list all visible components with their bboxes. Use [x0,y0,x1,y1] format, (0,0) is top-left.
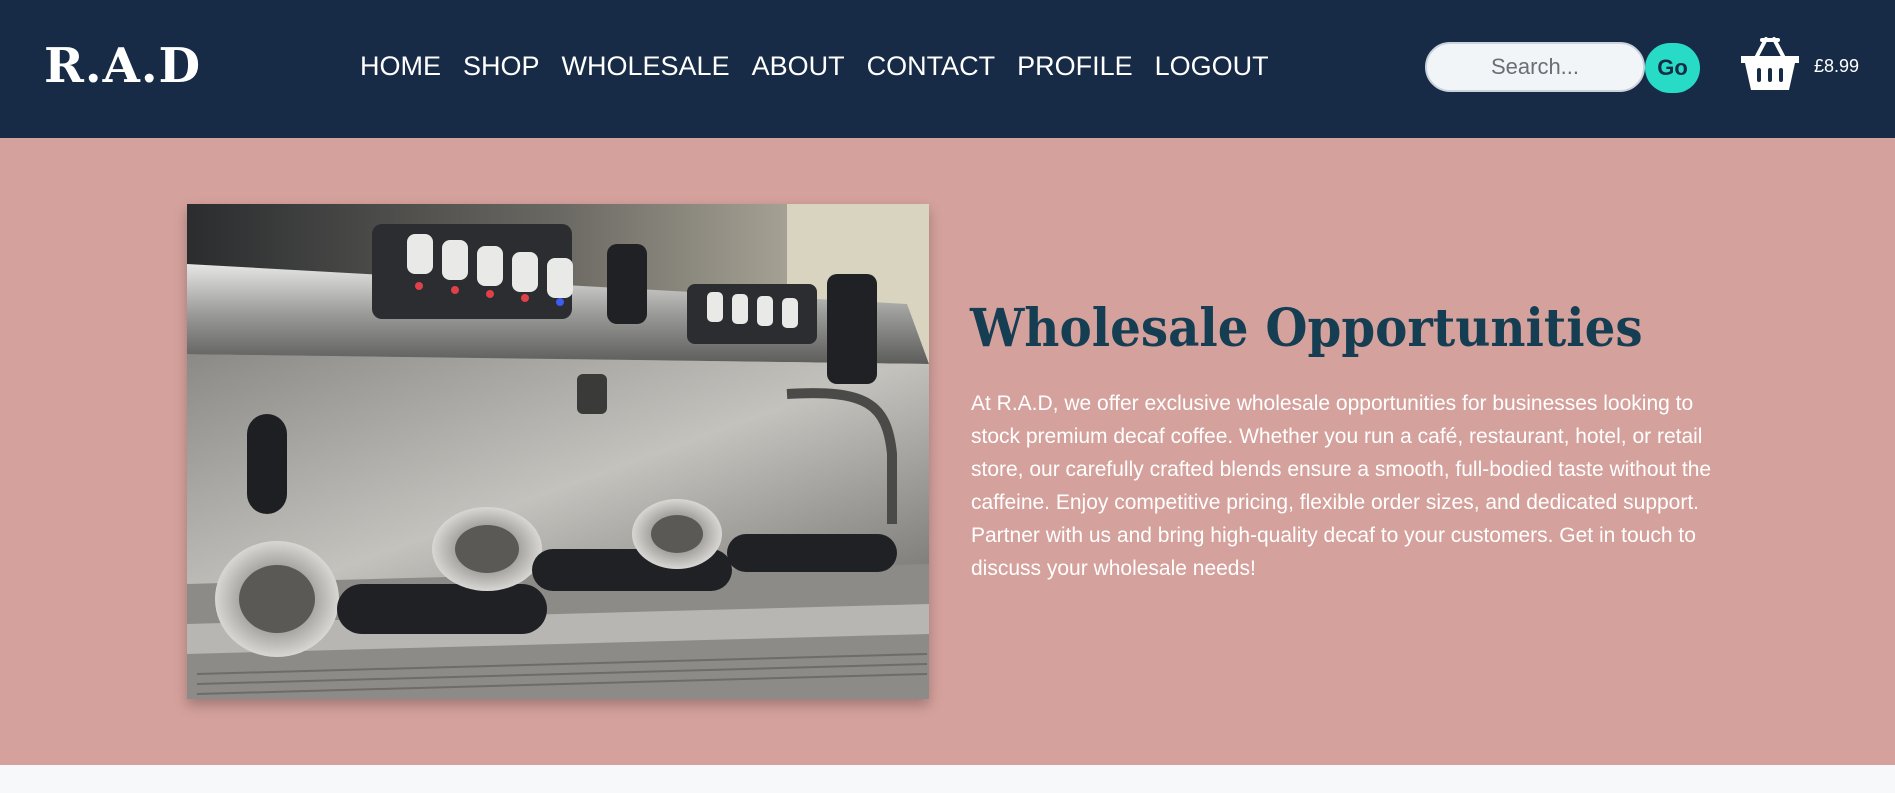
wholesale-description: At R.A.D, we offer exclusive wholesale o… [971,392,1712,580]
nav-about[interactable]: ABOUT [752,48,845,84]
nav-home[interactable]: HOME [360,48,441,84]
nav-profile[interactable]: PROFILE [1017,48,1133,84]
nav-shop[interactable]: SHOP [463,48,540,84]
top-navbar: R.A.D HOME SHOP WHOLESALE ABOUT CONTACT … [0,0,1895,138]
cart-total[interactable]: £8.99 [1814,56,1859,77]
espresso-machine-image [187,204,929,699]
wholesale-hero: Wholesale Opportunities At R.A.D, we off… [0,138,1895,765]
nav-contact[interactable]: CONTACT [867,48,996,84]
search-input[interactable] [1425,42,1645,92]
main-nav: HOME SHOP WHOLESALE ABOUT CONTACT PROFIL… [360,48,1269,84]
site-logo[interactable]: R.A.D [44,38,201,94]
basket-icon[interactable] [1738,36,1802,94]
nav-logout[interactable]: LOGOUT [1155,48,1269,84]
nav-wholesale[interactable]: WHOLESALE [562,48,730,84]
page-title: Wholesale Opportunities [970,298,1643,359]
search-go-button[interactable]: Go [1645,43,1700,93]
